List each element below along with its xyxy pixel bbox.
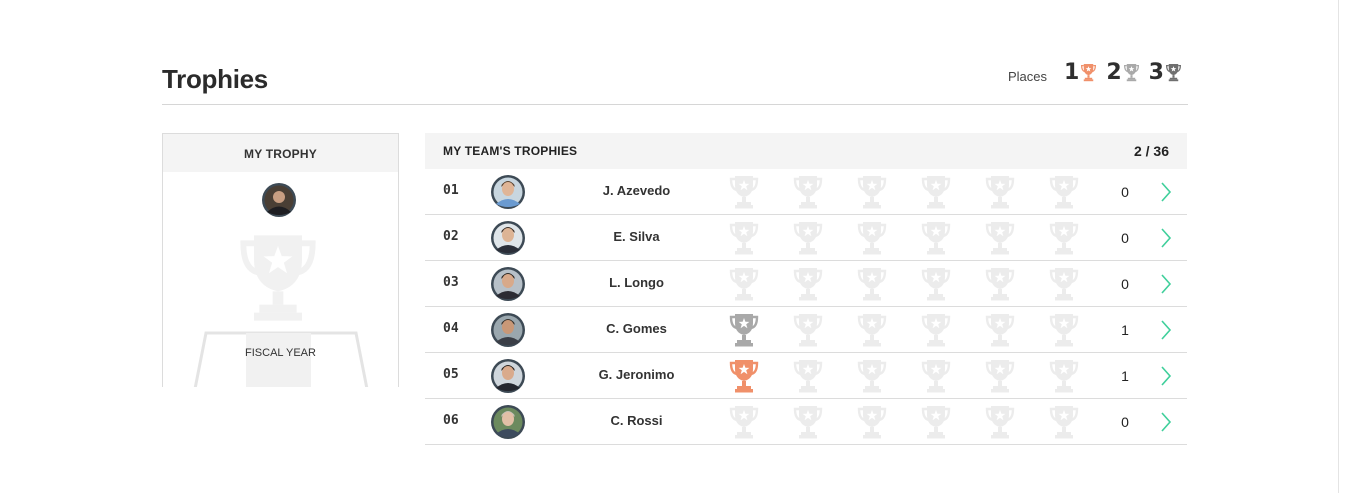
- place-number: 3: [1148, 60, 1164, 85]
- place-number: 2: [1106, 60, 1122, 85]
- avatar[interactable]: [490, 358, 526, 394]
- empty-trophy-icon: [921, 360, 951, 393]
- empty-trophy-icon: [793, 360, 823, 393]
- chevron-right-icon[interactable]: [1159, 226, 1173, 250]
- empty-trophy-icon: [793, 406, 823, 439]
- empty-trophy-icon: [1049, 360, 1079, 393]
- team-trophies-header: MY TEAM'S TROPHIES 2 / 36: [425, 133, 1187, 169]
- my-trophy-panel: MY TROPHY FISCAL YEAR: [162, 133, 399, 387]
- empty-trophy-icon: [857, 176, 887, 209]
- team-member-row[interactable]: 06 C. Rossi 0: [425, 399, 1187, 445]
- member-name[interactable]: G. Jeronimo: [565, 367, 708, 382]
- empty-trophy-icon: [985, 360, 1015, 393]
- member-name[interactable]: J. Azevedo: [565, 183, 708, 198]
- team-member-row[interactable]: 04 C. Gomes 1: [425, 307, 1187, 353]
- empty-trophy-icon: [921, 406, 951, 439]
- empty-trophy-icon: [1049, 176, 1079, 209]
- empty-trophy-icon: [729, 268, 759, 301]
- place-first: 1: [1064, 59, 1097, 87]
- member-name[interactable]: E. Silva: [565, 229, 708, 244]
- empty-trophy-icon: [1049, 314, 1079, 347]
- team-member-list: 01 J. Azevedo 0 02 E. Silva 0 03 L. Longo 0 04 C. …: [425, 169, 1187, 445]
- member-rank: 02: [443, 229, 459, 244]
- team-member-row[interactable]: 02 E. Silva 0: [425, 215, 1187, 261]
- member-rank: 06: [443, 413, 459, 428]
- empty-trophy-icon: [1049, 268, 1079, 301]
- member-rank: 04: [443, 321, 459, 336]
- trophy-icon: [1165, 64, 1181, 82]
- empty-trophy-icon: [857, 268, 887, 301]
- team-trophies-title: MY TEAM'S TROPHIES: [443, 144, 578, 158]
- empty-trophy-icon: [921, 314, 951, 347]
- empty-trophy-icon: [857, 222, 887, 255]
- places-label: Places: [1008, 68, 1048, 84]
- team-member-row[interactable]: 05 G. Jeronimo 1: [425, 353, 1187, 399]
- team-member-row[interactable]: 03 L. Longo 0: [425, 261, 1187, 307]
- empty-trophy-icon: [857, 314, 887, 347]
- places-legend: Places 1 2 3: [1008, 58, 1191, 88]
- trophy-count: 1: [1121, 322, 1129, 338]
- team-trophies-count: 2 / 36: [1133, 143, 1169, 159]
- trophy-count: 1: [1121, 368, 1129, 384]
- my-trophy-title: MY TROPHY: [163, 134, 398, 172]
- avatar[interactable]: [490, 312, 526, 348]
- chevron-right-icon[interactable]: [1159, 364, 1173, 388]
- empty-trophy-icon: [857, 360, 887, 393]
- empty-trophy-icon: [793, 222, 823, 255]
- trophy-icon: [729, 360, 759, 393]
- member-rank: 05: [443, 367, 459, 382]
- member-rank: 03: [443, 275, 459, 290]
- team-member-row[interactable]: 01 J. Azevedo 0: [425, 169, 1187, 215]
- member-name[interactable]: L. Longo: [565, 275, 708, 290]
- member-name[interactable]: C. Gomes: [565, 321, 708, 336]
- empty-trophy-icon: [985, 176, 1015, 209]
- empty-trophy-icon: [1049, 406, 1079, 439]
- empty-trophy-icon: [729, 176, 759, 209]
- member-rank: 01: [443, 183, 459, 198]
- page-title: Trophies: [162, 64, 268, 94]
- empty-trophy-icon: [857, 406, 887, 439]
- team-trophies-panel: MY TEAM'S TROPHIES 2 / 36 01 J. Azevedo 0 0…: [425, 133, 1187, 445]
- chevron-right-icon[interactable]: [1159, 180, 1173, 204]
- member-name[interactable]: C. Rossi: [565, 413, 708, 428]
- empty-trophy-icon: [729, 406, 759, 439]
- scroll-border: [1338, 0, 1339, 493]
- header-divider: [162, 104, 1188, 105]
- avatar[interactable]: [490, 266, 526, 302]
- empty-trophy-icon: [921, 222, 951, 255]
- trophy-icon: [1123, 64, 1139, 82]
- empty-trophy-icon: [921, 176, 951, 209]
- avatar[interactable]: [261, 182, 297, 218]
- avatar[interactable]: [490, 174, 526, 210]
- trophy-icon: [240, 235, 316, 321]
- trophy-count: 0: [1121, 230, 1129, 246]
- trophy-count: 0: [1121, 184, 1129, 200]
- avatar[interactable]: [490, 220, 526, 256]
- empty-trophy-icon: [985, 314, 1015, 347]
- chevron-right-icon[interactable]: [1159, 318, 1173, 342]
- empty-trophy-icon: [793, 268, 823, 301]
- empty-trophy-icon: [921, 268, 951, 301]
- fiscal-year-label: FISCAL YEAR: [245, 347, 316, 359]
- chevron-right-icon[interactable]: [1159, 410, 1173, 434]
- empty-trophy-icon: [985, 406, 1015, 439]
- chevron-right-icon[interactable]: [1159, 272, 1173, 296]
- empty-trophy-icon: [1049, 222, 1079, 255]
- place-third: 3: [1149, 59, 1182, 87]
- avatar[interactable]: [490, 404, 526, 440]
- trophy-count: 0: [1121, 414, 1129, 430]
- place-second: 2: [1106, 59, 1139, 87]
- trophy-icon: [1081, 64, 1097, 82]
- empty-trophy-icon: [793, 176, 823, 209]
- trophy-icon: [729, 314, 759, 347]
- trophy-count: 0: [1121, 276, 1129, 292]
- place-number: 1: [1064, 60, 1080, 85]
- empty-trophy-icon: [793, 314, 823, 347]
- empty-trophy-icon: [985, 268, 1015, 301]
- empty-trophy-icon: [985, 222, 1015, 255]
- empty-trophy-icon: [729, 222, 759, 255]
